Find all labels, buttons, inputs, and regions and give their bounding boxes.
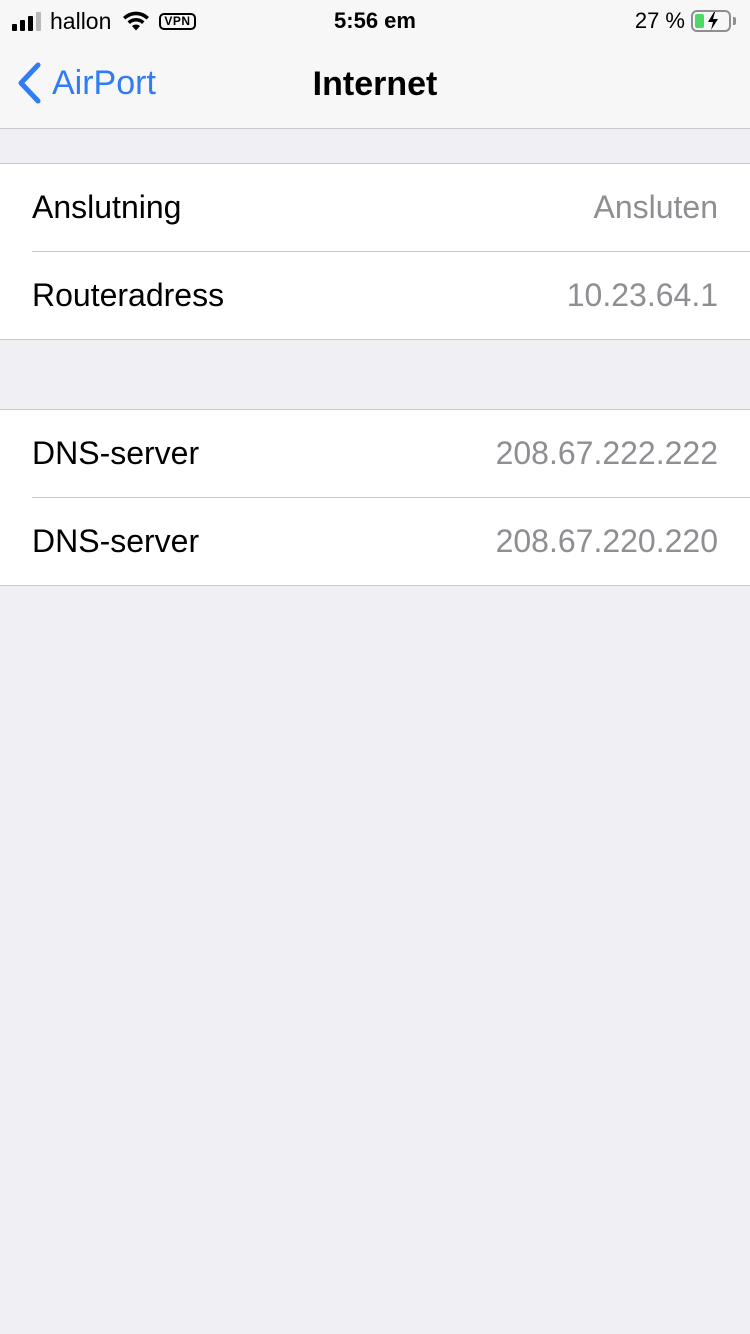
list-item-router-address: Routeradress 10.23.64.1 — [0, 251, 750, 339]
battery-level-fill — [695, 14, 704, 28]
battery-percent: 27 % — [634, 8, 685, 33]
navigation-bar: AirPort Internet — [0, 40, 750, 128]
row-label: DNS-server — [32, 435, 200, 471]
row-value: Ansluten — [593, 189, 718, 225]
row-value: 208.67.222.222 — [495, 435, 718, 471]
row-value: 10.23.64.1 — [566, 277, 718, 313]
row-label: Anslutning — [32, 189, 182, 225]
list-item-dns-server: DNS-server 208.67.220.220 — [0, 497, 750, 585]
list-item-dns-server: DNS-server 208.67.222.222 — [0, 410, 750, 497]
battery-tip — [733, 17, 736, 25]
charging-bolt-icon — [708, 12, 718, 30]
battery-charging-icon — [691, 10, 731, 32]
status-right: 27 % — [635, 7, 736, 35]
dns-section: DNS-server 208.67.222.222 DNS-server 208… — [0, 409, 750, 586]
row-label: Routeradress — [32, 277, 225, 313]
page-title: Internet — [312, 65, 438, 103]
row-label: DNS-server — [32, 523, 200, 559]
status-bar: hallon VPN 5:56 em 27 % — [0, 0, 750, 40]
top-bar: hallon VPN 5:56 em 27 % AirPort Internet — [0, 0, 750, 129]
list-item-connection: Anslutning Ansluten — [0, 164, 750, 251]
connection-section: Anslutning Ansluten Routeradress 10.23.6… — [0, 163, 750, 340]
row-value: 208.67.220.220 — [495, 523, 718, 559]
